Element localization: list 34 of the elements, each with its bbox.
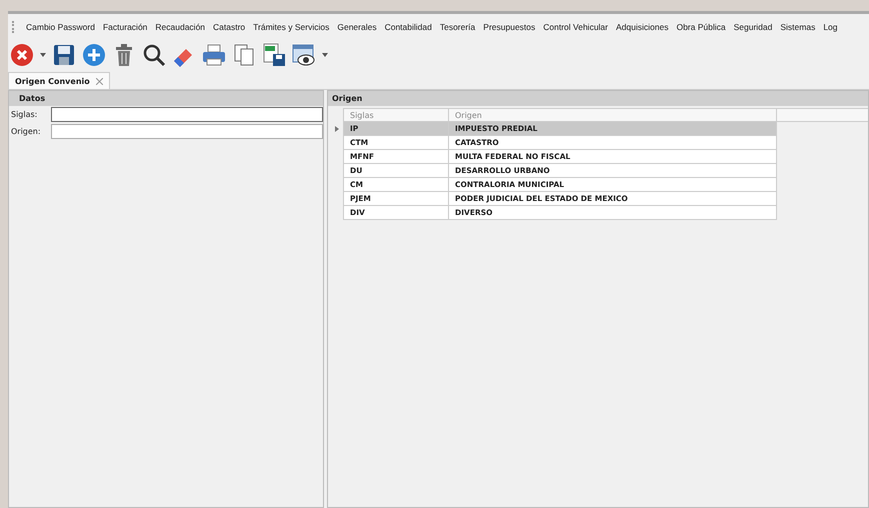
printer-icon[interactable] xyxy=(202,43,226,67)
tab[interactable]: Origen Convenio xyxy=(8,72,110,89)
menu-item[interactable]: Presupuestos xyxy=(479,22,540,32)
search-icon[interactable] xyxy=(142,43,166,67)
input-field[interactable] xyxy=(50,107,323,122)
spreadsheet-save-icon[interactable] xyxy=(262,43,286,67)
menu-item[interactable]: Facturación xyxy=(98,22,152,32)
menu-item[interactable]: Cambio Password xyxy=(22,22,99,32)
menu-item[interactable]: Seguridad xyxy=(730,22,776,32)
menu-item[interactable]: Generales xyxy=(333,22,381,32)
menu-item[interactable]: Adquisiciones xyxy=(612,22,672,32)
window-eye-icon[interactable] xyxy=(292,43,316,67)
input-field[interactable] xyxy=(50,124,323,139)
caret-icon[interactable] xyxy=(40,52,46,58)
menu-item[interactable]: Tesorería xyxy=(436,22,480,32)
panel-title: Origen xyxy=(328,91,868,106)
caret-icon[interactable] xyxy=(322,52,328,58)
menu-item[interactable]: Control Vehicular xyxy=(539,22,612,32)
field-label: Siglas: xyxy=(11,110,38,119)
menu-item[interactable]: Contabilidad xyxy=(380,22,436,32)
row-indicator-icon xyxy=(334,126,338,132)
close-icon[interactable] xyxy=(10,43,34,67)
save-icon[interactable] xyxy=(52,43,76,67)
close-icon[interactable] xyxy=(96,78,103,84)
panel-title: Datos xyxy=(9,91,323,106)
field-label: Origen: xyxy=(11,127,42,136)
menu-item[interactable]: Log xyxy=(819,22,842,32)
menu-item[interactable]: Catastro xyxy=(209,22,250,32)
menu-item[interactable]: Recaudación xyxy=(151,22,210,32)
menu-item[interactable]: Obra Pública xyxy=(672,22,730,32)
menu-item[interactable]: Sistemas xyxy=(776,22,820,32)
menu-item[interactable]: Trámites y Servicios xyxy=(249,22,334,32)
copy-icon[interactable] xyxy=(232,43,256,67)
add-icon[interactable] xyxy=(82,43,106,67)
